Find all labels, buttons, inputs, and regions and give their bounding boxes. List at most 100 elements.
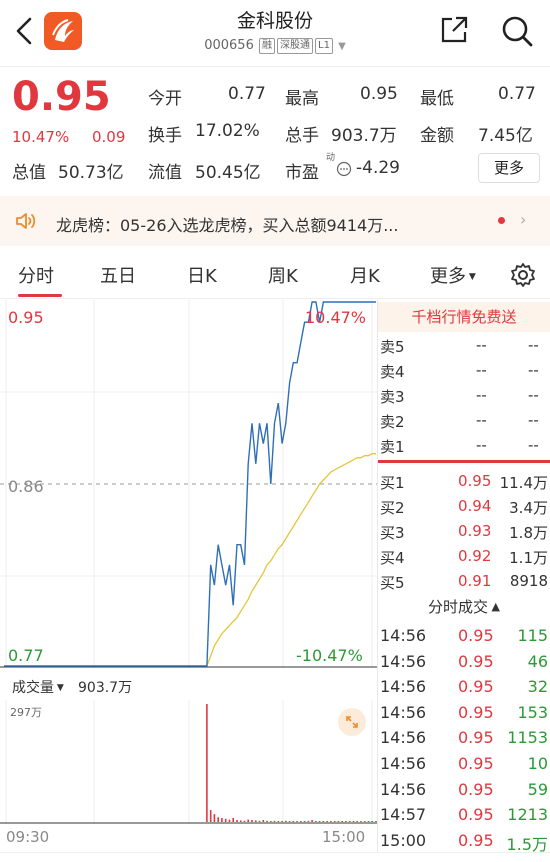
info-icon[interactable] (336, 161, 352, 177)
trade-volume: 32 (527, 677, 548, 697)
trade-price: 0.95 (458, 830, 494, 850)
trade-row: 14:56 0.95 153 (380, 703, 548, 729)
ask-price: -- (476, 411, 487, 429)
trade-price: 0.95 (458, 626, 494, 645)
ask-row-2: 卖2 -- -- (380, 411, 548, 436)
volume-bar (217, 817, 219, 822)
trade-time: 14:56 (380, 702, 427, 722)
tab-daily-k[interactable]: 日K (187, 262, 217, 288)
volume-bar (315, 821, 317, 822)
volume-bar (341, 821, 343, 822)
trade-time: 14:57 (380, 805, 427, 825)
market-cap-value: 50.73亿 (58, 163, 124, 183)
trade-price: 0.95 (458, 651, 494, 671)
bid-label: 买4 (380, 549, 405, 567)
ask-price: -- (476, 436, 487, 454)
trade-row: 14:57 0.95 1213 (380, 805, 548, 831)
trade-price: 0.95 (458, 805, 494, 825)
chevron-right-icon[interactable]: › (520, 210, 526, 229)
ask-volume: -- (528, 436, 539, 454)
volume-bar (224, 818, 227, 822)
volume-bar (337, 821, 340, 822)
bid-row-1: 买1 0.95 11.4万 (380, 472, 548, 497)
trade-price: 0.95 (458, 702, 494, 722)
bid-volume: 11.4万 (499, 474, 548, 492)
volume-bar (285, 820, 287, 822)
trade-volume: 59 (527, 779, 548, 799)
turnover-label: 换手 (148, 126, 182, 146)
volume-total: 903.7万 (78, 680, 133, 696)
time-axis-end: 15:00 (322, 828, 366, 846)
ask-label: 卖1 (380, 438, 405, 456)
ask-volume: -- (528, 361, 539, 379)
news-text[interactable]: 龙虎榜：05-26入选龙虎榜，买入总额9414万... (56, 212, 496, 236)
volume-bar (228, 819, 231, 822)
volume-bar (330, 821, 332, 822)
volume-bar (232, 818, 234, 822)
volume-bar (363, 821, 366, 822)
volume-bar (311, 820, 313, 822)
ask-volume: -- (528, 411, 539, 429)
tab-intraday[interactable]: 分时 (18, 262, 54, 288)
volume-bar (345, 821, 347, 822)
level2-promo-banner[interactable]: 千档行情免费送 (378, 302, 550, 332)
price-axis-mid: 0.86 (8, 477, 44, 496)
ask-volume: -- (528, 336, 539, 354)
ask-row-3: 卖3 -- -- (380, 386, 548, 411)
bid-label: 买3 (380, 524, 405, 542)
ask-price: -- (476, 386, 487, 404)
chevron-down-icon[interactable]: ▼ (338, 41, 346, 52)
tab-more[interactable]: 更多 ▼ (430, 262, 476, 288)
bid-row-4: 买4 0.92 1.1万 (380, 547, 548, 572)
volume-bar (281, 821, 283, 822)
bid-price: 0.94 (458, 497, 492, 515)
search-icon[interactable] (500, 14, 534, 48)
intraday-price-chart[interactable] (0, 300, 378, 668)
tab-weekly-k[interactable]: 周K (268, 262, 298, 288)
bid-price: 0.93 (458, 522, 492, 540)
settings-gear-icon[interactable] (510, 262, 536, 288)
volume-bar (221, 818, 223, 822)
trade-volume: 46 (527, 651, 548, 671)
expand-icon[interactable] (338, 708, 366, 736)
volume-bar (270, 821, 272, 822)
volume-bar (371, 821, 373, 822)
trade-price: 0.95 (458, 728, 494, 748)
volume-bar (239, 820, 242, 822)
level-tag: L1 (315, 38, 333, 54)
volume-chart[interactable] (0, 700, 378, 824)
bid-label: 买5 (380, 574, 405, 592)
volume-bar (367, 821, 370, 822)
volume-bar (247, 819, 249, 822)
volume-value: 903.7万 (331, 126, 397, 146)
ask-volume: -- (528, 386, 539, 404)
current-price: 0.95 (12, 74, 111, 120)
trade-row: 14:56 0.95 32 (380, 677, 548, 703)
tab-monthly-k[interactable]: 月K (350, 262, 380, 288)
float-cap-value: 50.45亿 (195, 163, 261, 183)
pct-axis-bottom: -10.47% (296, 646, 363, 665)
bid-price: 0.92 (458, 547, 492, 565)
tab-five-day[interactable]: 五日 (100, 262, 136, 288)
open-label: 今开 (148, 89, 182, 109)
ask-label: 卖3 (380, 388, 405, 406)
time-sales-header[interactable]: 分时成交 ▲ (378, 596, 550, 617)
market-cap-label: 总值 (12, 163, 46, 183)
average-price-line (206, 453, 376, 667)
more-button[interactable]: 更多 (478, 153, 540, 183)
volume-bar (209, 810, 212, 822)
connect-tag: 深股通 (277, 38, 313, 54)
pct-axis-top: 10.47% (305, 308, 367, 327)
ask-row-5: 卖5 -- -- (380, 336, 548, 361)
tabs-divider (0, 298, 550, 299)
change-amount: 0.09 (92, 128, 126, 146)
trade-time: 14:56 (380, 651, 427, 671)
bid-price: 0.91 (458, 572, 492, 590)
share-icon[interactable] (438, 14, 470, 46)
trade-row: 14:56 0.95 46 (380, 652, 548, 678)
volume-indicator-select[interactable]: 成交量 ▼ (12, 677, 64, 697)
volume-bar (251, 820, 253, 822)
open-value: 0.77 (228, 84, 266, 104)
trade-time: 14:56 (380, 754, 427, 773)
ask-row-1: 卖1 -- -- (380, 436, 548, 461)
